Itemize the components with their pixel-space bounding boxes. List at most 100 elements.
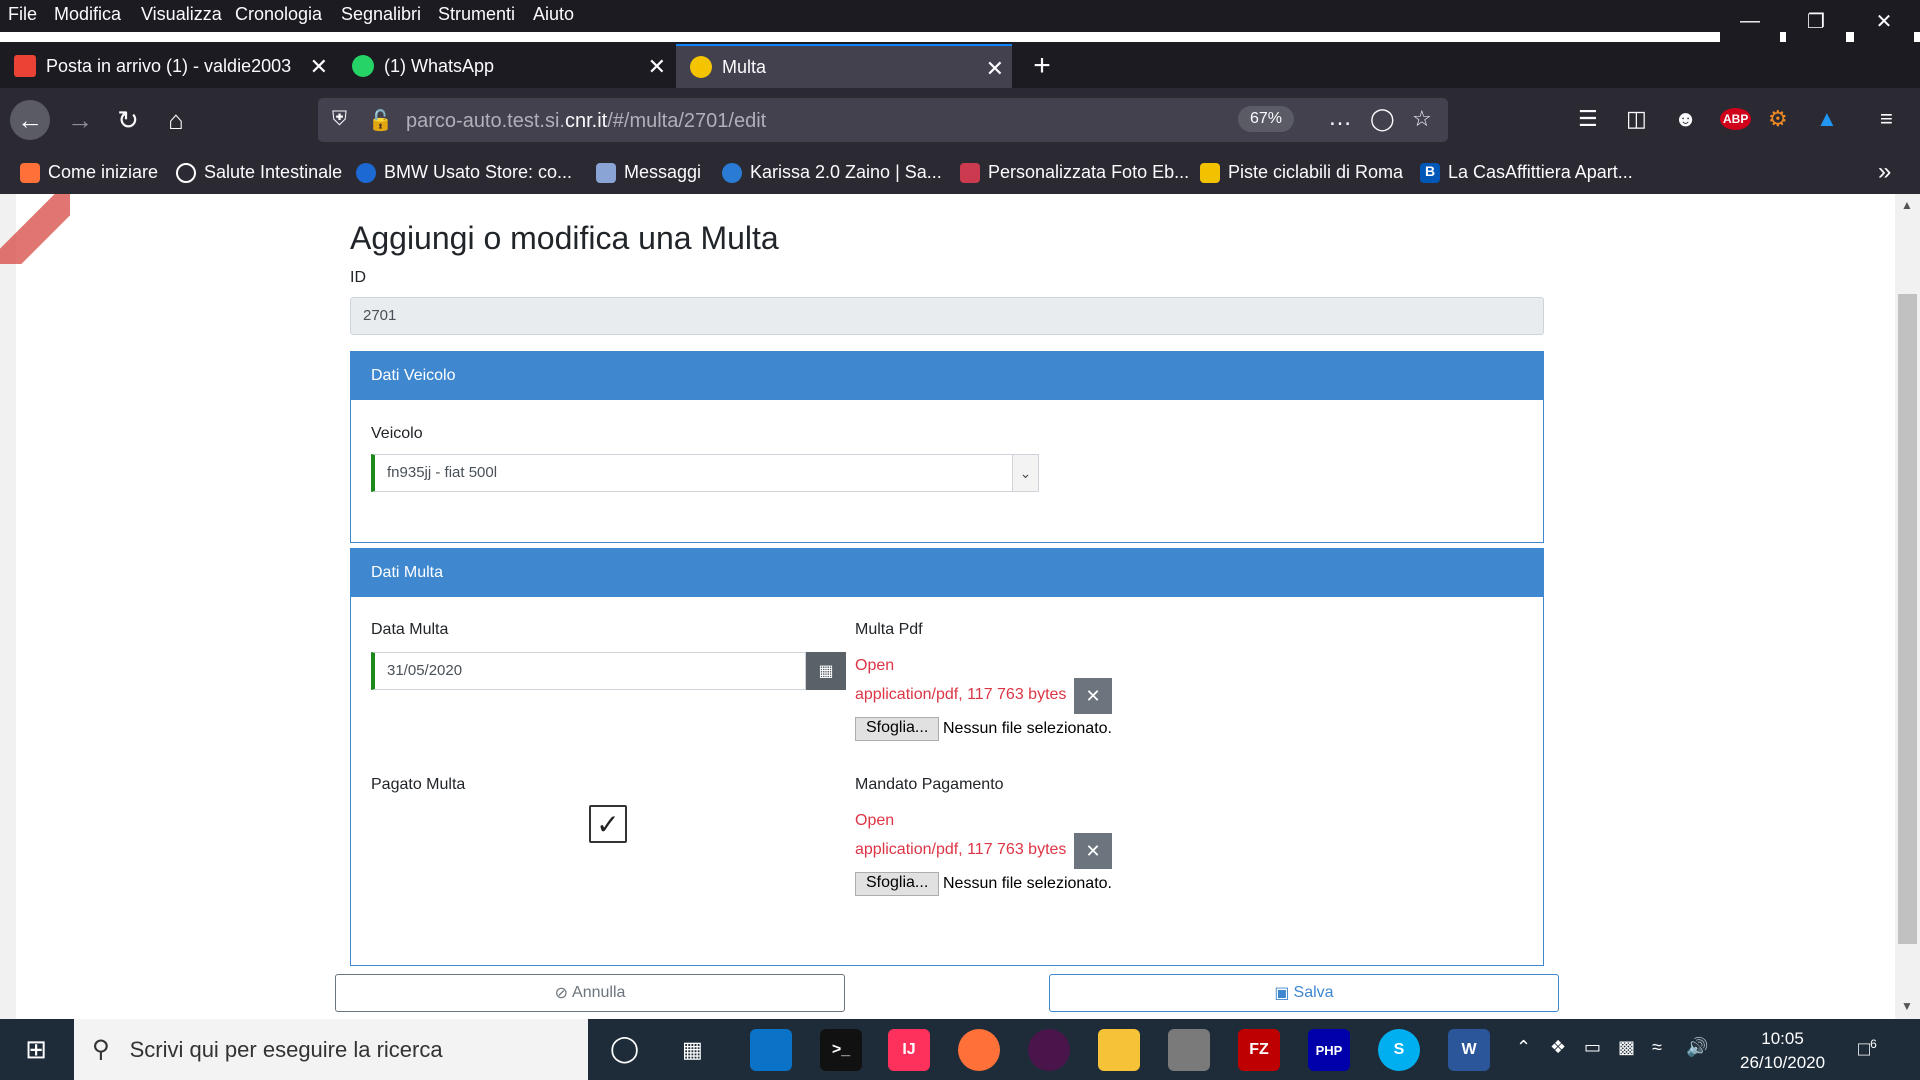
pocket-icon[interactable]: ◯: [1370, 106, 1395, 132]
bookmark-item[interactable]: Personalizzata Foto Eb...: [960, 162, 1189, 183]
vpn-icon[interactable]: [1168, 1029, 1210, 1071]
menu-modifica[interactable]: Modifica: [54, 4, 121, 25]
no-file-text: Nessun file selezionato.: [943, 875, 1112, 892]
minimize-button[interactable]: —: [1720, 0, 1780, 42]
close-icon[interactable]: ✕: [648, 54, 666, 80]
zoom-level[interactable]: 67%: [1238, 106, 1295, 132]
restore-button[interactable]: ❐: [1786, 0, 1846, 42]
scroll-up-icon[interactable]: ▲: [1901, 198, 1913, 212]
bookmark-item[interactable]: B La CasAffittiera Apart...: [1420, 162, 1633, 183]
forward-button[interactable]: →: [60, 100, 100, 140]
chevron-up-icon[interactable]: ⌃: [1516, 1037, 1531, 1058]
browse-pdf-button[interactable]: Sfoglia...: [855, 717, 940, 741]
navigation-bar: ← → ↻ ⌂ ⛨ 🔓 parco-auto.test.si.cnr.it/#/…: [0, 88, 1920, 152]
php-icon[interactable]: PHP: [1308, 1029, 1350, 1071]
payment-open-link[interactable]: Open: [855, 812, 894, 830]
bookmark-item[interactable]: Piste ciclabili di Roma: [1200, 162, 1403, 183]
scrollbar-thumb[interactable]: [1898, 294, 1917, 944]
filezilla-icon[interactable]: FZ: [1238, 1029, 1280, 1071]
fine-section-header: Dati Multa: [351, 549, 1543, 597]
bookmark-star-icon[interactable]: ☆: [1412, 106, 1432, 132]
notification-icon[interactable]: □6: [1858, 1037, 1877, 1062]
battery-icon[interactable]: ▭: [1584, 1037, 1601, 1058]
more-icon[interactable]: …: [1328, 104, 1352, 132]
page-title: Aggiungi o modifica una Multa: [350, 220, 779, 256]
sidebar-icon[interactable]: ◫: [1626, 106, 1647, 132]
firefox-taskbar-icon[interactable]: [958, 1029, 1000, 1071]
chevron-down-icon[interactable]: ⌄: [1012, 455, 1038, 491]
terminal-icon[interactable]: >_: [820, 1029, 862, 1071]
bookmark-item[interactable]: BMW Usato Store: co...: [356, 162, 572, 183]
menu-strumenti[interactable]: Strumenti: [438, 4, 515, 25]
home-button[interactable]: ⌂: [156, 100, 196, 140]
bmw-icon: [356, 162, 376, 183]
pdf-file-info: application/pdf, 117 763 bytes: [855, 686, 1067, 703]
menu-cronologia[interactable]: Cronologia: [235, 4, 322, 25]
firefox-icon: [20, 162, 40, 183]
browse-payment-button[interactable]: Sfoglia...: [855, 872, 940, 896]
reload-button[interactable]: ↻: [108, 100, 148, 140]
close-icon[interactable]: ✕: [310, 54, 328, 80]
hamburger-menu-icon[interactable]: ≡: [1880, 106, 1893, 132]
shield-icon[interactable]: ⛨: [332, 108, 347, 131]
paid-label: Pagato Multa: [371, 776, 466, 793]
date-input[interactable]: 31/05/2020: [371, 652, 806, 690]
bookmark-item[interactable]: Come iniziare: [20, 162, 158, 183]
cortana-icon[interactable]: ◯: [610, 1033, 639, 1064]
word-icon[interactable]: W: [1448, 1029, 1490, 1071]
chevron-right-icon[interactable]: »: [1878, 158, 1891, 186]
scroll-down-icon[interactable]: ▼: [1901, 999, 1913, 1013]
menu-aiuto[interactable]: Aiuto: [533, 4, 574, 25]
file-explorer-icon[interactable]: [1098, 1029, 1140, 1071]
adblock-icon[interactable]: ABP: [1720, 108, 1752, 130]
back-button[interactable]: ←: [10, 100, 50, 140]
account-icon[interactable]: ☻: [1674, 106, 1697, 132]
extension-shield-icon[interactable]: ▲: [1816, 106, 1838, 132]
tab-multa[interactable]: Multa ✕: [676, 44, 1012, 88]
volume-icon[interactable]: 🔊: [1686, 1037, 1708, 1058]
remove-payment-button[interactable]: ✕: [1074, 833, 1112, 869]
tab-whatsapp[interactable]: (1) WhatsApp ✕: [338, 44, 674, 88]
heart-icon: [960, 162, 980, 183]
menu-visualizza[interactable]: Visualizza: [141, 4, 222, 25]
wifi-icon[interactable]: ≈: [1652, 1037, 1662, 1058]
library-icon[interactable]: ☰: [1578, 106, 1598, 132]
vehicle-card: Dati Veicolo Veicolo fn935jj - fiat 500l…: [350, 351, 1544, 543]
messages-icon: [596, 162, 616, 183]
taskbar-search-box[interactable]: ⚲ Scrivi qui per eseguire la ricerca: [74, 1019, 588, 1080]
close-window-button[interactable]: ✕: [1854, 0, 1914, 42]
intellij-icon[interactable]: IJ: [888, 1029, 930, 1071]
remove-pdf-button[interactable]: ✕: [1074, 678, 1112, 714]
page-scrollbar[interactable]: ▲ ▼: [1895, 194, 1920, 1019]
bookmark-item[interactable]: Messaggi: [596, 162, 701, 183]
bookmark-item[interactable]: Salute Intestinale: [176, 162, 342, 183]
taskbar-clock[interactable]: 10:05 26/10/2020: [1740, 1027, 1825, 1075]
paid-checkbox[interactable]: ✓: [589, 805, 627, 843]
pdf-open-link[interactable]: Open: [855, 657, 894, 675]
calendar-icon[interactable]: ▦: [806, 652, 846, 690]
thunderbird-icon[interactable]: [750, 1029, 792, 1071]
dropbox-icon[interactable]: ❖: [1550, 1037, 1566, 1058]
floppy-icon: ▣: [1274, 985, 1290, 1002]
new-tab-button[interactable]: +: [1020, 44, 1064, 88]
vehicle-select[interactable]: fn935jj - fiat 500l ⌄: [371, 454, 1039, 492]
pdf-label: Multa Pdf: [855, 621, 923, 638]
save-button[interactable]: ▣ Salva: [1049, 974, 1559, 1012]
slack-icon[interactable]: [1028, 1029, 1070, 1071]
menu-segnalibri[interactable]: Segnalibri: [341, 4, 421, 25]
skype-icon[interactable]: S: [1378, 1029, 1420, 1071]
network-icon[interactable]: ▩: [1618, 1037, 1635, 1058]
extension-icon[interactable]: ⚙: [1768, 106, 1788, 132]
menu-file[interactable]: File: [8, 4, 37, 25]
close-icon[interactable]: ✕: [986, 56, 1004, 82]
url-text[interactable]: parco-auto.test.si.cnr.it/#/multa/2701/e…: [406, 110, 766, 133]
url-bar[interactable]: ⛨ 🔓 parco-auto.test.si.cnr.it/#/multa/27…: [318, 98, 1448, 142]
insecure-lock-icon[interactable]: 🔓: [368, 108, 393, 133]
task-view-icon[interactable]: ▦: [682, 1037, 703, 1063]
tab-gmail[interactable]: Posta in arrivo (1) - valdie2003@ ✕: [0, 44, 336, 88]
cancel-button[interactable]: ⊘ Annulla: [335, 974, 845, 1012]
windows-start-icon[interactable]: ⊞: [0, 1019, 72, 1080]
vehicle-label: Veicolo: [371, 425, 423, 442]
bookmark-item[interactable]: Karissa 2.0 Zaino | Sa...: [722, 162, 942, 183]
windows-taskbar: ⊞ ⚲ Scrivi qui per eseguire la ricerca ◯…: [0, 1019, 1920, 1080]
